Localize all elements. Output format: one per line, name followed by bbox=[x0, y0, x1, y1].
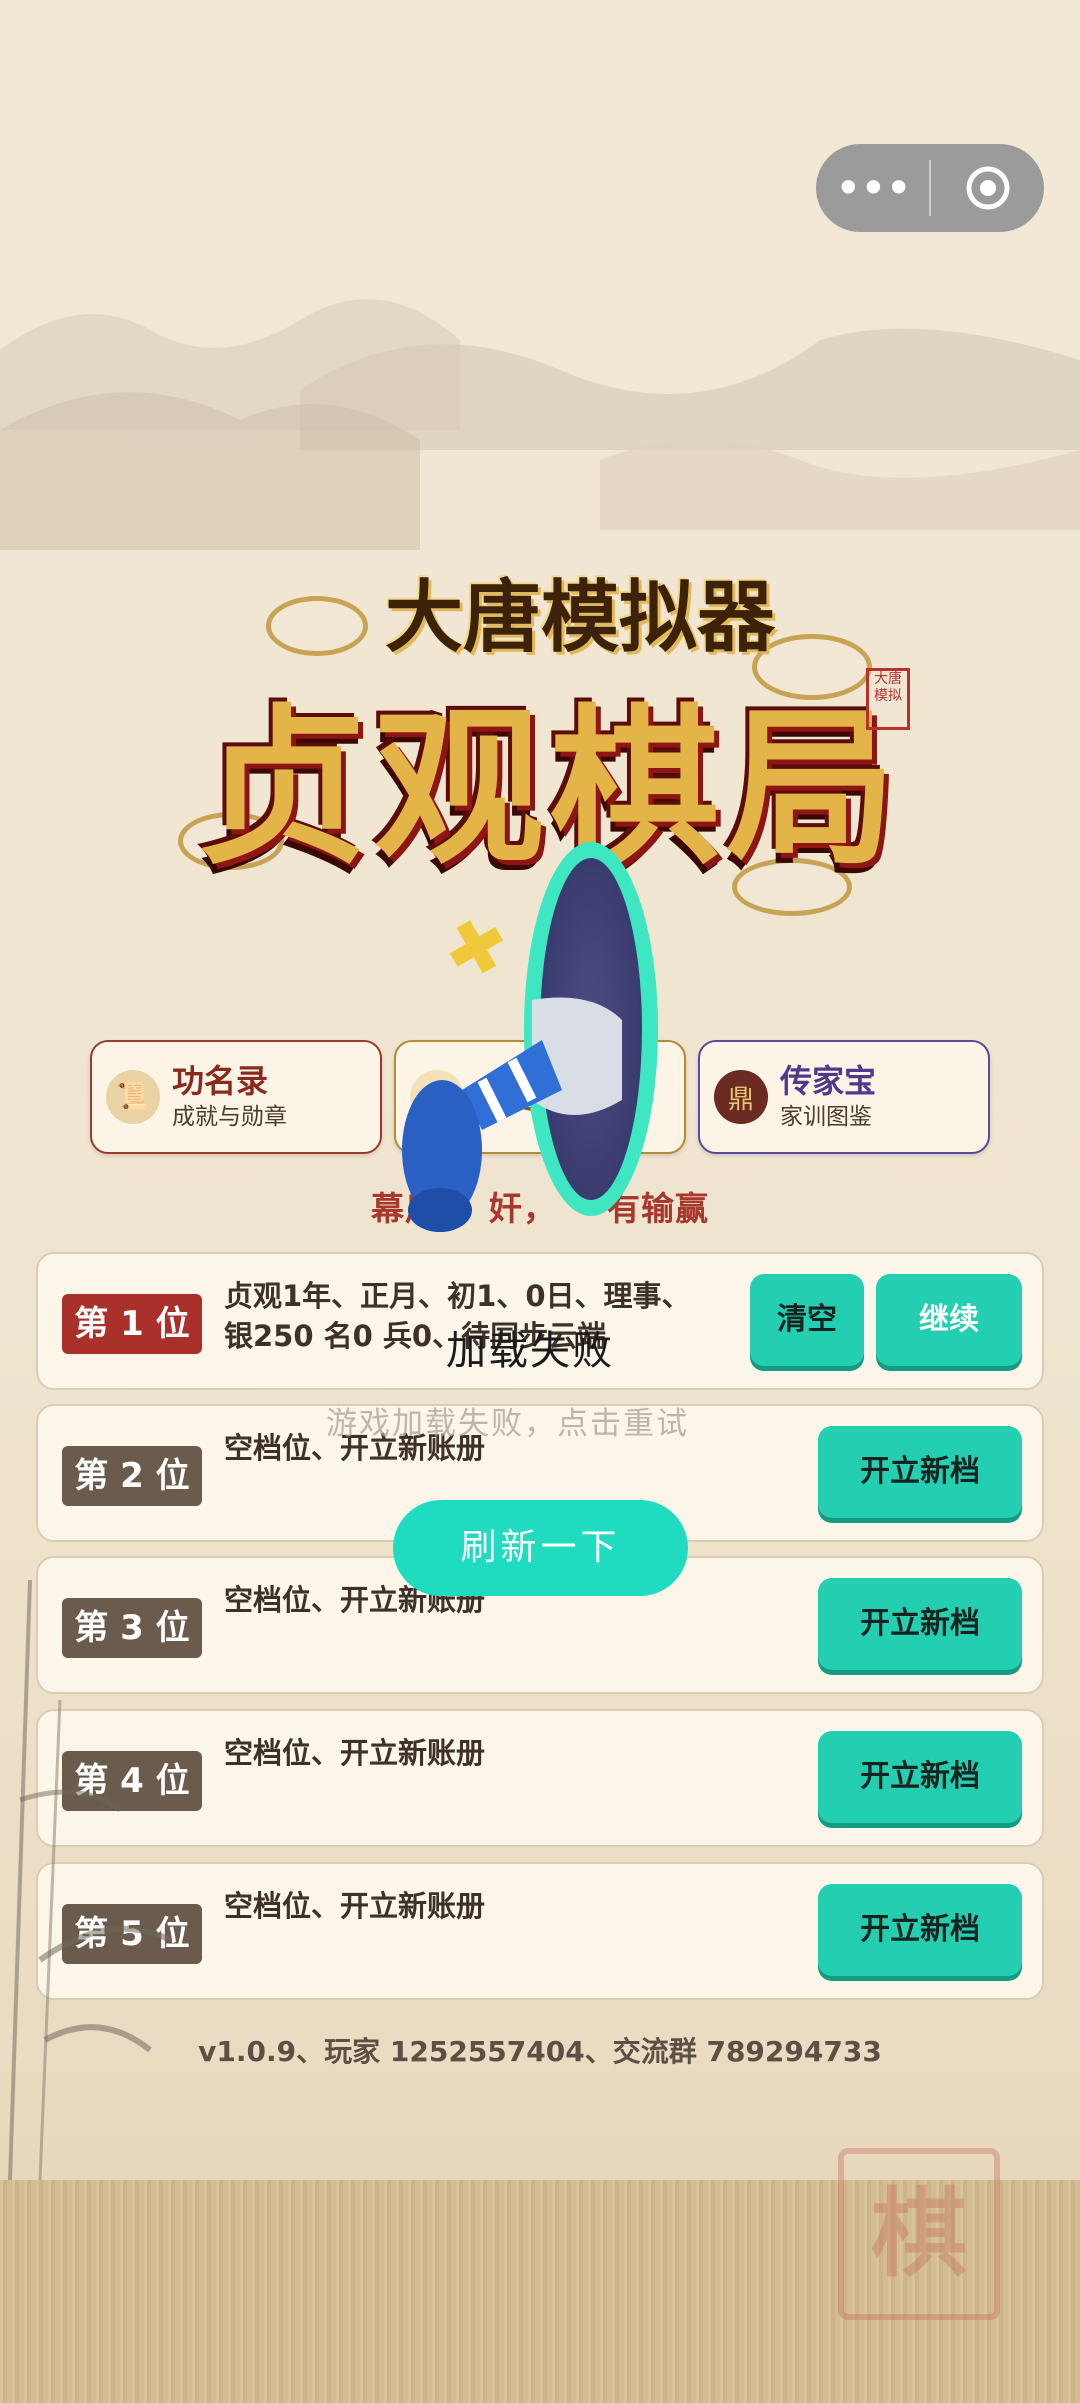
scroll-icon: 📜 bbox=[106, 1070, 160, 1124]
slot-rank-badge: 第 1 位 bbox=[62, 1294, 202, 1354]
cauldron-icon: 鼎 bbox=[714, 1070, 768, 1124]
clear-button[interactable]: 清空 bbox=[750, 1274, 864, 1366]
continue-button[interactable]: 继续 bbox=[876, 1274, 1022, 1366]
card-achievements[interactable]: 📜 功名录 成就与勋章 bbox=[90, 1040, 382, 1154]
bamboo-decoration bbox=[8, 1580, 172, 2180]
logo-title: 贞观棋局 bbox=[197, 688, 902, 888]
more-dots-icon[interactable]: ••• bbox=[816, 144, 929, 232]
card-heirloom-title: 传家宝 bbox=[780, 1062, 877, 1100]
card-heirloom-subtitle: 家训图鉴 bbox=[780, 1104, 872, 1130]
running-legs-illustration bbox=[402, 997, 622, 1232]
card-heirloom[interactable]: 鼎 传家宝 家训图鉴 bbox=[698, 1040, 990, 1154]
refresh-button[interactable]: 刷新一下 bbox=[393, 1500, 688, 1596]
new-save-button[interactable]: 开立新档 bbox=[818, 1426, 1022, 1518]
bottom-seal: 棋 bbox=[838, 2148, 1000, 2320]
target-circle-icon[interactable] bbox=[931, 144, 1044, 232]
card-achievements-title: 功名录 bbox=[172, 1062, 269, 1100]
game-logo: 大唐模拟器 贞观棋局 bbox=[150, 555, 930, 955]
slot-description: 空档位、开立新账册 bbox=[224, 1889, 486, 1923]
slot-description-line1: 贞观1年、正月、初1、0日、理事、 bbox=[224, 1279, 691, 1313]
new-save-button[interactable]: 开立新档 bbox=[818, 1884, 1022, 1976]
mini-program-capsule: ••• bbox=[816, 144, 1044, 232]
error-message: 游戏加载失败，点击重试 bbox=[326, 1406, 689, 1442]
card-achievements-subtitle: 成就与勋章 bbox=[172, 1104, 287, 1130]
new-save-button[interactable]: 开立新档 bbox=[818, 1578, 1022, 1670]
slot-rank-badge: 第 2 位 bbox=[62, 1446, 202, 1506]
logo-seal: 大唐模拟 bbox=[866, 668, 910, 730]
slot-description: 空档位、开立新账册 bbox=[224, 1736, 486, 1770]
new-save-button[interactable]: 开立新档 bbox=[818, 1731, 1022, 1823]
error-title: 加载失败 bbox=[446, 1328, 614, 1374]
